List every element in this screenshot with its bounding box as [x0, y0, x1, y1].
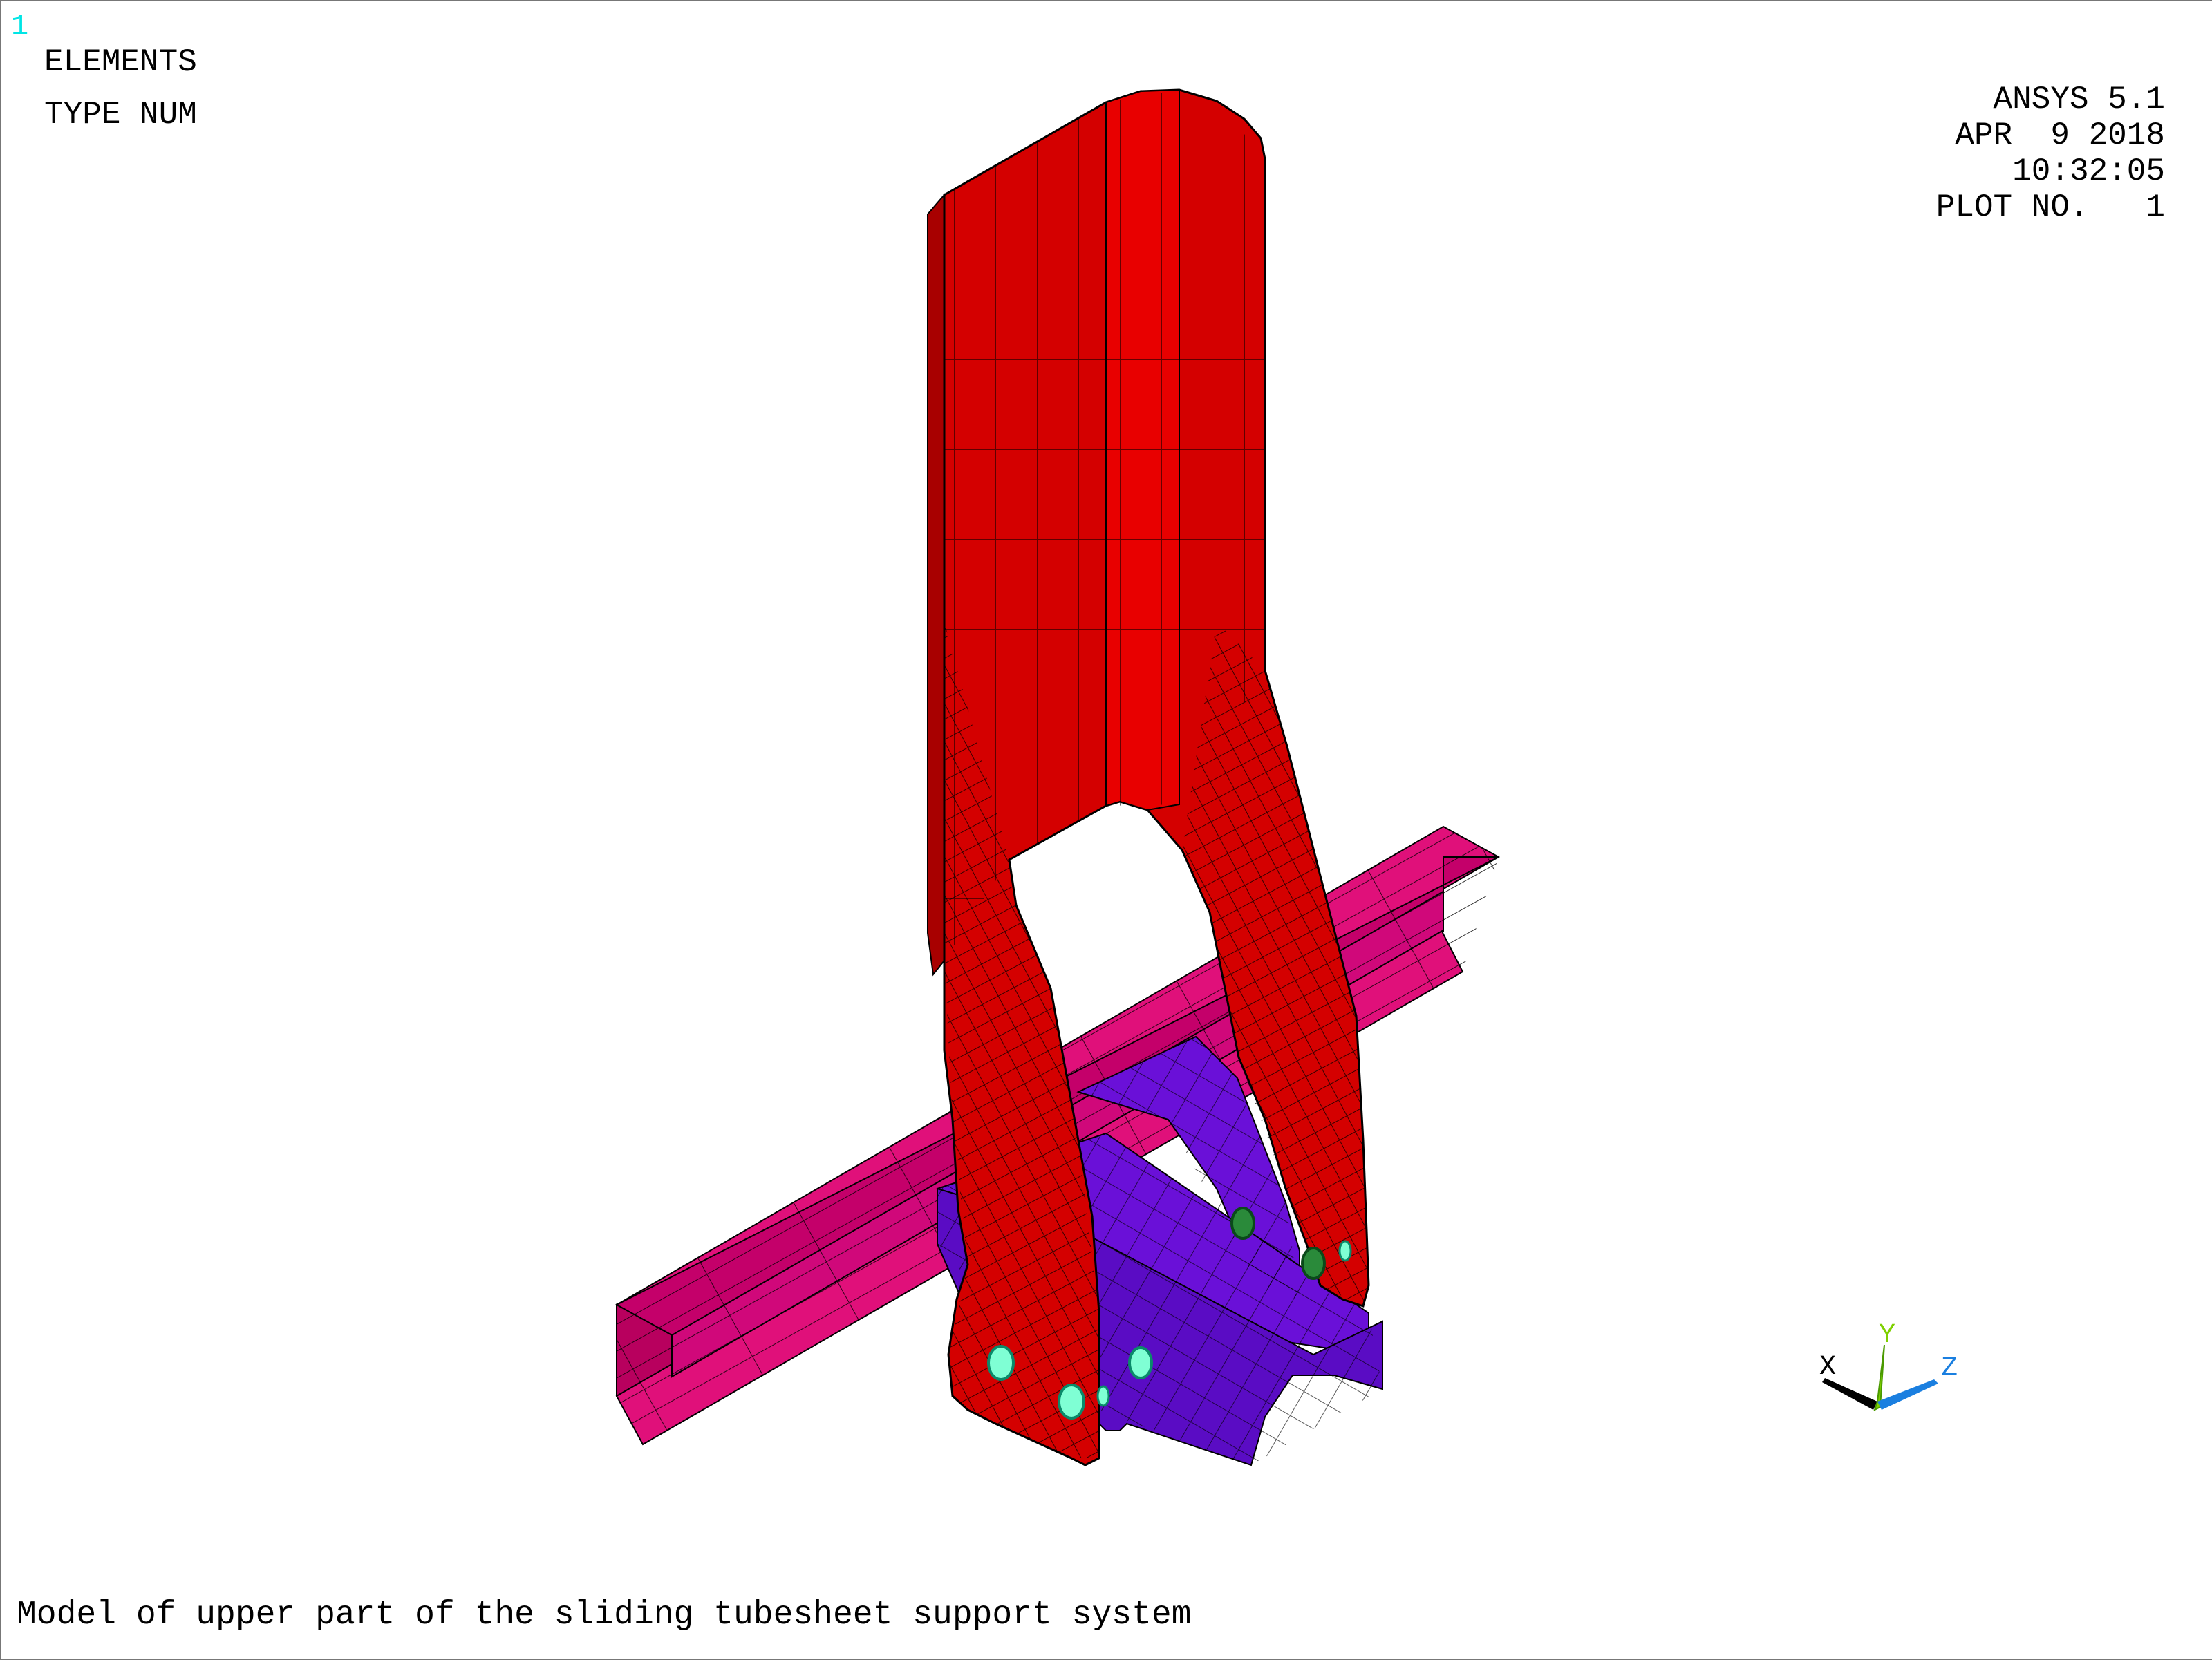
triad-z-label: Z: [1941, 1353, 1958, 1384]
fe-model-view: X Y Z: [615, 88, 1958, 1466]
triad-x-label: X: [1819, 1352, 1836, 1383]
bolt-hole-4: [1128, 1346, 1153, 1379]
bolt-hole-1: [987, 1345, 1015, 1381]
bracket-left-side: [927, 193, 945, 977]
bolt-hole-7: [1338, 1240, 1352, 1262]
triad-y-label: Y: [1879, 1320, 1895, 1351]
bolt-hole-5: [1230, 1207, 1255, 1240]
bolt-hole-3: [1096, 1385, 1110, 1407]
plot-caption: Model of upper part of the sliding tubes…: [17, 1596, 1192, 1634]
coordinate-triad: X Y Z: [1819, 1320, 1958, 1411]
bolt-hole-6: [1301, 1247, 1326, 1280]
bolt-hole-2: [1058, 1384, 1085, 1420]
triad-z-axis: [1877, 1379, 1938, 1410]
